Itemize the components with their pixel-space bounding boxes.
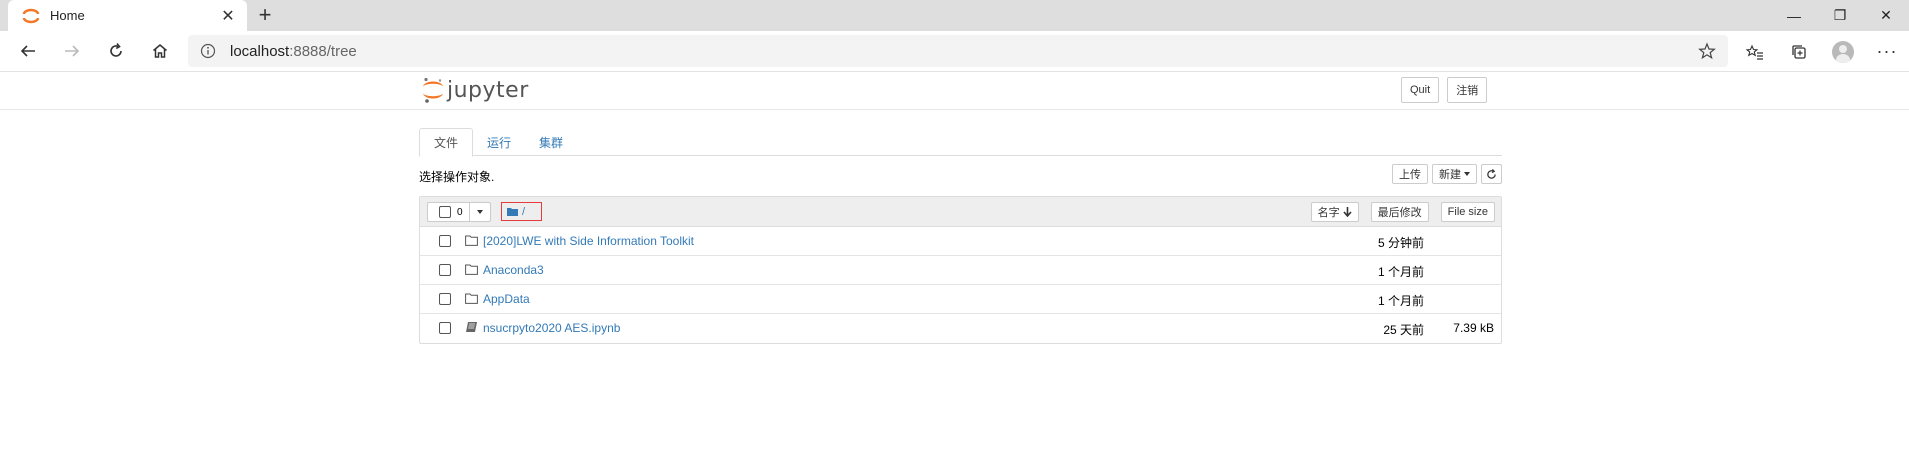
favorite-star-icon[interactable]: [1698, 42, 1716, 60]
item-name-link[interactable]: [2020]LWE with Side Information Toolkit: [483, 234, 694, 248]
selection-hint: 选择操作对象.: [419, 170, 495, 184]
select-all-control[interactable]: 0: [427, 202, 491, 222]
refresh-list-button[interactable]: [1481, 164, 1502, 184]
close-window-icon[interactable]: ✕: [1863, 0, 1909, 31]
logout-button[interactable]: 注销: [1447, 77, 1488, 103]
refresh-list-icon: [1487, 168, 1496, 179]
list-item[interactable]: nsucrpyto2020 AES.ipynb 25 天前 7.39 kB: [420, 314, 1501, 343]
forward-icon[interactable]: [50, 33, 94, 69]
new-label: 新建: [1439, 169, 1461, 181]
close-tab-icon[interactable]: ✕: [219, 6, 237, 26]
arrow-down-icon: [1343, 207, 1352, 217]
home-icon[interactable]: [138, 33, 182, 69]
selected-count: 0: [457, 206, 463, 218]
profile-avatar[interactable]: [1821, 34, 1865, 70]
upload-button[interactable]: 上传: [1392, 164, 1428, 184]
jupyter-logo[interactable]: jupyter: [421, 76, 529, 104]
tab-clusters[interactable]: 集群: [525, 128, 577, 156]
sort-modified-button[interactable]: 最后修改: [1370, 202, 1429, 222]
item-checkbox[interactable]: [439, 293, 451, 305]
avatar: [1832, 40, 1854, 63]
site-info-icon[interactable]: [200, 43, 216, 59]
sort-size-button[interactable]: File size: [1440, 202, 1495, 222]
list-item[interactable]: [2020]LWE with Side Information Toolkit …: [420, 227, 1501, 256]
item-checkbox[interactable]: [439, 264, 451, 276]
item-name-link[interactable]: AppData: [483, 292, 530, 306]
jupyter-header: jupyter Quit 注销: [0, 72, 1909, 110]
item-checkbox[interactable]: [439, 235, 451, 247]
header-buttons: Quit 注销: [1401, 77, 1488, 103]
file-toolbar: 选择操作对象. 上传 新建: [419, 156, 1502, 196]
select-menu-toggle[interactable]: [470, 203, 490, 221]
collections-icon[interactable]: [1777, 34, 1821, 70]
folder-icon: [507, 208, 518, 216]
item-checkbox[interactable]: [439, 322, 451, 334]
sort-name-button[interactable]: 名字: [1310, 202, 1359, 222]
url-path: :8888/tree: [289, 42, 357, 60]
folder-outline-icon: [465, 264, 478, 275]
item-modified: 1 个月前: [1377, 294, 1424, 308]
list-item[interactable]: AppData 1 个月前: [420, 285, 1501, 314]
breadcrumb[interactable]: /: [501, 202, 542, 221]
file-list-header: 0 / 名字 最后修改 File size: [420, 197, 1501, 227]
sort-name-label: 名字: [1317, 207, 1340, 219]
item-name-link[interactable]: Anaconda3: [483, 263, 544, 277]
favorites-icon[interactable]: [1733, 34, 1777, 70]
item-name-link[interactable]: nsucrpyto2020 AES.ipynb: [483, 321, 620, 335]
file-browser: 文件 运行 集群 选择操作对象. 上传 新建 0 / 名字 最后修改 File …: [419, 128, 1502, 344]
new-dropdown-button[interactable]: 新建: [1432, 164, 1477, 184]
folder-outline-icon: [465, 235, 478, 246]
jupyter-logo-icon: [423, 77, 443, 103]
new-tab-icon[interactable]: +: [252, 3, 278, 29]
notebook-icon: [466, 322, 477, 332]
list-item[interactable]: Anaconda3 1 个月前: [420, 256, 1501, 285]
restore-icon[interactable]: ❐: [1817, 0, 1863, 31]
item-modified: 5 分钟前: [1377, 236, 1424, 250]
browser-tab-home[interactable]: Home ✕: [8, 0, 247, 31]
quit-button[interactable]: Quit: [1401, 77, 1440, 103]
more-menu-icon[interactable]: ···: [1865, 34, 1909, 70]
select-all-checkbox[interactable]: [439, 206, 451, 218]
url-text[interactable]: localhost:8888/tree: [230, 43, 1698, 60]
url-host: localhost: [230, 42, 290, 60]
item-size: 7.39 kB: [1453, 321, 1494, 335]
file-actions: 上传 新建: [1392, 164, 1502, 184]
browser-navbar: localhost:8888/tree ···: [0, 31, 1909, 72]
folder-outline-icon: [465, 293, 478, 304]
select-all-checkbox-group[interactable]: 0: [428, 203, 470, 221]
sort-buttons: 名字 最后修改 File size: [1310, 202, 1495, 222]
browser-tabbar: Home ✕ + — ❐ ✕: [0, 0, 1909, 31]
item-modified: 25 天前: [1383, 323, 1424, 337]
jupyter-favicon-icon: [22, 8, 40, 23]
file-list: 0 / 名字 最后修改 File size [2020]LWE with Sid…: [419, 196, 1502, 344]
browser-toolbar-right: ···: [1733, 31, 1909, 72]
address-bar[interactable]: localhost:8888/tree: [188, 35, 1728, 67]
minimize-icon[interactable]: —: [1771, 0, 1817, 31]
breadcrumb-root: /: [522, 205, 526, 218]
notebook-tabs: 文件 运行 集群: [419, 128, 1502, 157]
tab-running[interactable]: 运行: [473, 128, 525, 156]
jupyter-logo-text: jupyter: [447, 77, 529, 103]
caret-down-icon: [1464, 172, 1470, 176]
caret-down-icon: [476, 210, 483, 214]
window-controls: — ❐ ✕: [1771, 0, 1909, 31]
browser-tab-title: Home: [50, 8, 85, 23]
refresh-icon[interactable]: [94, 33, 138, 69]
item-modified: 1 个月前: [1377, 265, 1424, 279]
tab-files[interactable]: 文件: [419, 128, 474, 157]
back-icon[interactable]: [6, 33, 50, 69]
